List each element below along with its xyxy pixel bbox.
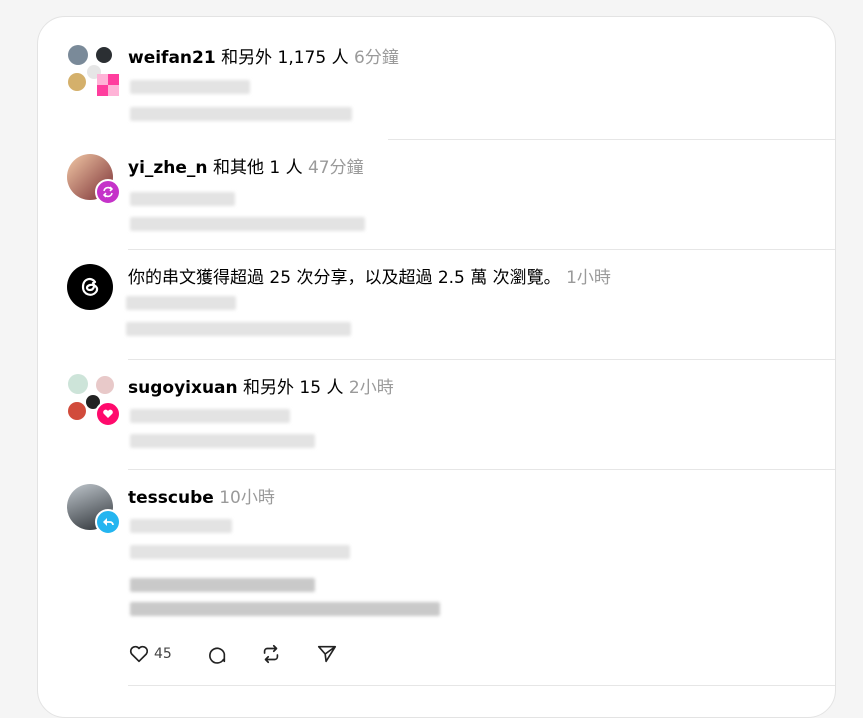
avatar <box>68 73 86 91</box>
avatar <box>96 376 114 394</box>
like-icon <box>97 74 119 96</box>
share-button[interactable] <box>316 643 338 665</box>
divider <box>128 249 835 250</box>
blurred-content <box>130 80 250 94</box>
blurred-content <box>130 192 235 206</box>
send-icon <box>317 645 337 663</box>
avatar <box>68 374 88 394</box>
username[interactable]: weifan21 <box>128 48 216 68</box>
blurred-content <box>126 296 236 310</box>
notification-text: 和另外 1,175 人 <box>221 48 349 68</box>
divider <box>128 685 835 686</box>
username[interactable]: yi_zhe_n <box>128 158 208 178</box>
timestamp: 1小時 <box>566 268 611 288</box>
like-button[interactable]: 45 <box>128 643 172 665</box>
reply-icon <box>95 509 121 535</box>
notification-text: 和其他 1 人 <box>212 158 303 178</box>
like-icon <box>95 401 121 427</box>
threads-logo-icon <box>67 264 113 310</box>
timestamp: 6分鐘 <box>354 48 399 68</box>
blurred-content <box>130 409 290 423</box>
repost-icon <box>263 644 279 664</box>
blurred-content <box>130 434 315 448</box>
divider <box>388 139 835 140</box>
blurred-content <box>130 578 315 592</box>
blurred-content <box>130 217 365 231</box>
notification-text: 你的串文獲得超過 25 次分享，以及超過 2.5 萬 次瀏覽。 <box>128 268 561 288</box>
heart-icon <box>129 645 149 663</box>
blurred-content <box>130 545 350 559</box>
repost-button[interactable] <box>260 643 282 665</box>
comment-icon <box>209 647 226 664</box>
comment-button[interactable] <box>206 643 228 665</box>
username[interactable]: sugoyixuan <box>128 378 238 398</box>
timestamp: 2小時 <box>348 378 394 398</box>
notifications-card: weifan21 和另外 1,175 人 6分鐘 yi_zhe_n 和其他 1 … <box>37 16 836 718</box>
avatar <box>68 402 86 420</box>
notification-text: 和另外 15 人 <box>243 378 344 398</box>
username[interactable]: tesscube <box>128 488 214 508</box>
avatar <box>68 45 88 65</box>
blurred-content <box>126 322 351 336</box>
timestamp: 47分鐘 <box>307 158 364 178</box>
avatar <box>96 47 112 63</box>
timestamp: 10小時 <box>219 488 275 508</box>
blurred-content <box>130 602 440 616</box>
divider <box>128 359 835 360</box>
repost-icon <box>95 179 121 205</box>
divider <box>128 469 835 470</box>
blurred-content <box>130 519 232 533</box>
like-count: 45 <box>154 646 172 662</box>
blurred-content <box>130 107 352 121</box>
